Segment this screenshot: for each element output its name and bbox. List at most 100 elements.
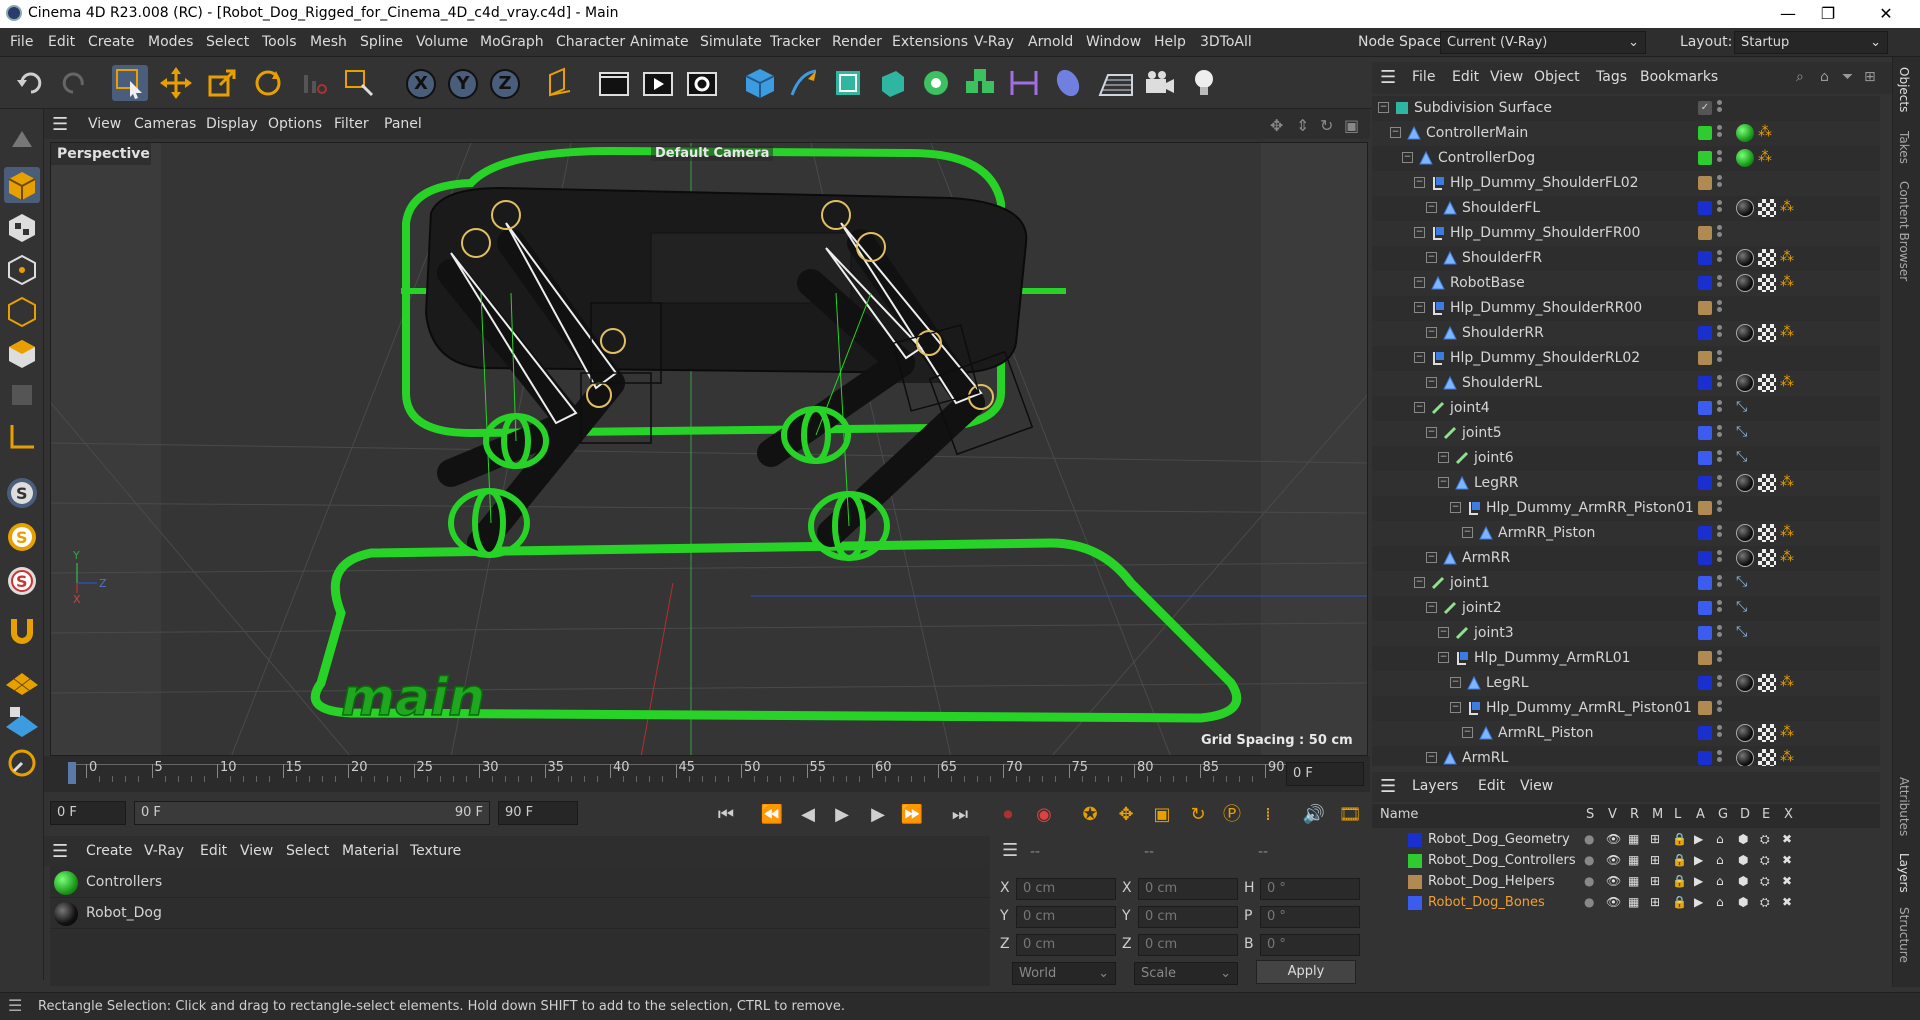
- xref-toggle-icon[interactable]: ✖: [1782, 895, 1792, 909]
- selection-tag-icon[interactable]: ⁂: [1780, 249, 1798, 267]
- eye-icon[interactable]: 👁: [1606, 874, 1621, 888]
- menu-file[interactable]: File: [10, 34, 33, 50]
- render-view-icon[interactable]: [596, 65, 632, 101]
- object-menu-edit[interactable]: Edit: [1452, 69, 1479, 85]
- layer-color-swatch[interactable]: [1698, 376, 1712, 390]
- visibility-dots-icon[interactable]: [1717, 623, 1723, 643]
- expand-toggle-icon[interactable]: −: [1450, 702, 1461, 713]
- scale-icon[interactable]: [204, 65, 240, 101]
- key-scale-icon[interactable]: ▣: [1148, 801, 1176, 829]
- object-row[interactable]: − ArmRL ⁂: [1372, 746, 1880, 766]
- generators-toggle-icon[interactable]: ⌂: [1716, 853, 1724, 867]
- material-menu-create[interactable]: Create: [86, 843, 133, 859]
- object-name[interactable]: ControllerDog: [1438, 150, 1535, 166]
- solo-toggle-icon[interactable]: ●: [1584, 853, 1594, 867]
- maximize-view-icon[interactable]: ▣: [1344, 116, 1359, 135]
- layer-color-swatch[interactable]: [1698, 476, 1712, 490]
- selection-tag-icon[interactable]: ⁂: [1780, 199, 1798, 217]
- layer-color-swatch[interactable]: [1698, 601, 1712, 615]
- object-row[interactable]: − RobotBase ⁂: [1372, 271, 1880, 296]
- object-name[interactable]: Hlp_Dummy_ShoulderFL02: [1450, 175, 1639, 191]
- menu-tools[interactable]: Tools: [262, 34, 297, 50]
- tab-objects[interactable]: Objects: [1897, 67, 1911, 112]
- manager-toggle-icon[interactable]: ⊞: [1650, 853, 1660, 867]
- expand-toggle-icon[interactable]: −: [1402, 152, 1413, 163]
- object-row[interactable]: − ShoulderFR ⁂: [1372, 246, 1880, 271]
- uvw-tag-icon[interactable]: [1758, 749, 1776, 766]
- object-name[interactable]: LegRL: [1486, 675, 1529, 691]
- object-row[interactable]: − Hlp_Dummy_ShoulderRL02: [1372, 346, 1880, 371]
- uvw-tag-icon[interactable]: [1758, 724, 1776, 742]
- enabled-check-icon[interactable]: ✓: [1698, 101, 1712, 115]
- expand-toggle-icon[interactable]: −: [1414, 302, 1425, 313]
- layer-name[interactable]: Robot_Dog_Bones: [1428, 895, 1545, 910]
- object-row[interactable]: − ControllerMain ⁂: [1372, 121, 1880, 146]
- visibility-dots-icon[interactable]: [1717, 423, 1723, 443]
- visibility-dots-icon[interactable]: [1717, 98, 1723, 118]
- points-mode-icon[interactable]: [4, 251, 40, 287]
- menu-create[interactable]: Create: [88, 34, 135, 50]
- redo-icon[interactable]: [56, 65, 92, 101]
- layer-name[interactable]: Robot_Dog_Helpers: [1428, 874, 1555, 889]
- material-tag-icon[interactable]: [1736, 324, 1754, 342]
- rectangle-selection-icon[interactable]: [112, 65, 148, 101]
- expand-toggle-icon[interactable]: −: [1414, 227, 1425, 238]
- viewport-menu-options[interactable]: Options: [268, 116, 322, 132]
- expressions-toggle-icon[interactable]: ⛭: [1760, 874, 1770, 889]
- material-tag-icon[interactable]: [1736, 474, 1754, 492]
- object-menu-file[interactable]: File: [1412, 69, 1435, 85]
- selection-tag-icon[interactable]: ⁂: [1780, 674, 1798, 692]
- hamburger-menu-icon[interactable]: ☰: [1380, 776, 1396, 797]
- menu-spline[interactable]: Spline: [360, 34, 403, 50]
- layout-dropdown[interactable]: Startup ⌄: [1734, 31, 1888, 54]
- menu-modes[interactable]: Modes: [148, 34, 193, 50]
- object-name[interactable]: Hlp_Dummy_ShoulderFR00: [1450, 225, 1640, 241]
- object-name[interactable]: joint6: [1474, 450, 1514, 466]
- object-row[interactable]: − joint4 ⤡: [1372, 396, 1880, 421]
- tab-content-browser[interactable]: Content Browser: [1897, 181, 1911, 281]
- layer-color-swatch[interactable]: [1698, 226, 1712, 240]
- uvw-tag-icon[interactable]: [1758, 674, 1776, 692]
- visibility-dots-icon[interactable]: [1717, 148, 1723, 168]
- hamburger-menu-icon[interactable]: ☰: [52, 841, 68, 862]
- render-settings-icon[interactable]: [684, 65, 720, 101]
- x-axis-lock-button[interactable]: X: [406, 69, 436, 99]
- 3d-viewport[interactable]: main Y Z X Perspective Default Camera Gr…: [50, 142, 1368, 756]
- selection-tag-icon[interactable]: ⁂: [1780, 524, 1798, 542]
- uvw-tag-icon[interactable]: [1758, 199, 1776, 217]
- move-view-icon[interactable]: ✥: [1270, 116, 1283, 135]
- visibility-dots-icon[interactable]: [1717, 323, 1723, 343]
- material-tag-icon[interactable]: [1736, 374, 1754, 392]
- object-row[interactable]: − ControllerDog ⁂: [1372, 146, 1880, 171]
- layer-color-swatch[interactable]: [1698, 176, 1712, 190]
- menu-vray[interactable]: V-Ray: [974, 34, 1014, 50]
- object-row[interactable]: − Hlp_Dummy_ShoulderRR00: [1372, 296, 1880, 321]
- generators-toggle-icon[interactable]: ⌂: [1716, 832, 1724, 846]
- menu-animate[interactable]: Animate: [630, 34, 689, 50]
- autokey-icon[interactable]: ◉: [1030, 801, 1058, 829]
- layer-menu-edit[interactable]: Edit: [1478, 778, 1505, 794]
- material-tag-icon[interactable]: [1736, 724, 1754, 742]
- object-row[interactable]: − LegRR ⁂: [1372, 471, 1880, 496]
- object-row[interactable]: − Hlp_Dummy_ArmRR_Piston01: [1372, 496, 1880, 521]
- expand-toggle-icon[interactable]: −: [1450, 677, 1461, 688]
- solo-toggle-icon[interactable]: ●: [1584, 874, 1594, 888]
- viewport-menu-cameras[interactable]: Cameras: [134, 116, 196, 132]
- field-icon[interactable]: [1050, 65, 1086, 101]
- menu-arnold[interactable]: Arnold: [1028, 34, 1073, 50]
- ik-tag-icon[interactable]: ⤡: [1736, 624, 1754, 642]
- layer-color-swatch[interactable]: [1698, 126, 1712, 140]
- minimize-button[interactable]: —: [1768, 2, 1808, 26]
- expand-toggle-icon[interactable]: −: [1438, 477, 1449, 488]
- solo-toggle-icon[interactable]: ●: [1584, 895, 1594, 909]
- home-icon[interactable]: ⌂: [1820, 69, 1829, 85]
- deformers-toggle-icon[interactable]: ⬢: [1738, 853, 1748, 867]
- solo-single-icon[interactable]: S: [4, 519, 40, 555]
- material-row[interactable]: Robot_Dog: [50, 899, 990, 929]
- rot-h-field[interactable]: 0 °: [1260, 878, 1360, 900]
- uvw-tag-icon[interactable]: [1758, 374, 1776, 392]
- animation-toggle-icon[interactable]: ▶: [1694, 832, 1703, 846]
- expand-toggle-icon[interactable]: −: [1426, 752, 1437, 763]
- selection-tag-icon[interactable]: ⁂: [1780, 549, 1798, 567]
- material-tag-icon[interactable]: [1736, 749, 1754, 766]
